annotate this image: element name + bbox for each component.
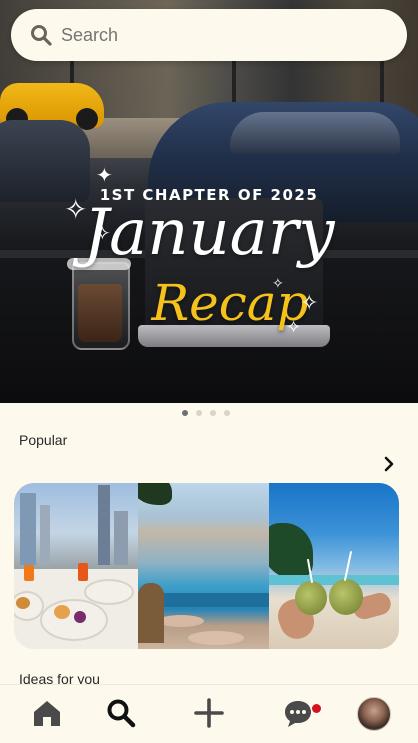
notification-badge: [312, 704, 321, 713]
carousel-dot[interactable]: [182, 410, 188, 416]
carousel-dot[interactable]: [210, 410, 216, 416]
skyscraper: [114, 511, 128, 565]
juice-glass: [78, 563, 88, 581]
carousel-dot[interactable]: [224, 410, 230, 416]
search-input[interactable]: [61, 9, 381, 61]
home-icon[interactable]: [31, 697, 63, 729]
skyscraper: [20, 493, 36, 565]
stool: [158, 615, 204, 627]
plate: [84, 579, 134, 605]
pool-edge: [158, 593, 269, 607]
sparkle-icon: ✦: [96, 165, 113, 187]
chat-bubble-icon[interactable]: [282, 697, 314, 729]
coconut: [295, 581, 327, 615]
coconut: [329, 579, 363, 615]
search-icon[interactable]: [105, 697, 137, 729]
juice-glass: [24, 565, 34, 581]
food: [74, 611, 86, 623]
sparkle-icon: ✧: [64, 194, 88, 225]
popular-collage[interactable]: [14, 483, 399, 649]
skyscraper: [98, 485, 110, 565]
sparkle-icon: ✧: [94, 223, 111, 245]
chevron-right-icon[interactable]: [381, 456, 397, 472]
palm-trees: [269, 523, 313, 579]
plus-icon[interactable]: [193, 697, 225, 729]
avatar[interactable]: [357, 697, 391, 731]
stool: [188, 631, 244, 645]
popular-tile-city-breakfast[interactable]: [14, 483, 138, 649]
popular-tile-beach-coconuts[interactable]: [269, 483, 399, 649]
search-icon: [31, 25, 52, 46]
rattan-chair: [138, 583, 164, 643]
popular-section-title: Popular: [19, 432, 68, 448]
palm-leaf: [138, 483, 172, 505]
food: [16, 597, 30, 609]
hero-title: January: [83, 196, 335, 270]
carousel-indicator: [182, 410, 230, 416]
skyscraper: [40, 505, 50, 565]
carousel-dot[interactable]: [196, 410, 202, 416]
sparkle-icon: ✧: [300, 290, 319, 315]
food: [54, 605, 70, 619]
popular-tile-infinity-pool[interactable]: [138, 483, 269, 649]
sparkle-icon: ✧: [286, 317, 302, 337]
bottom-navigation: [0, 684, 418, 743]
search-bar[interactable]: [11, 9, 407, 61]
sparkle-icon: ✧: [272, 275, 284, 291]
